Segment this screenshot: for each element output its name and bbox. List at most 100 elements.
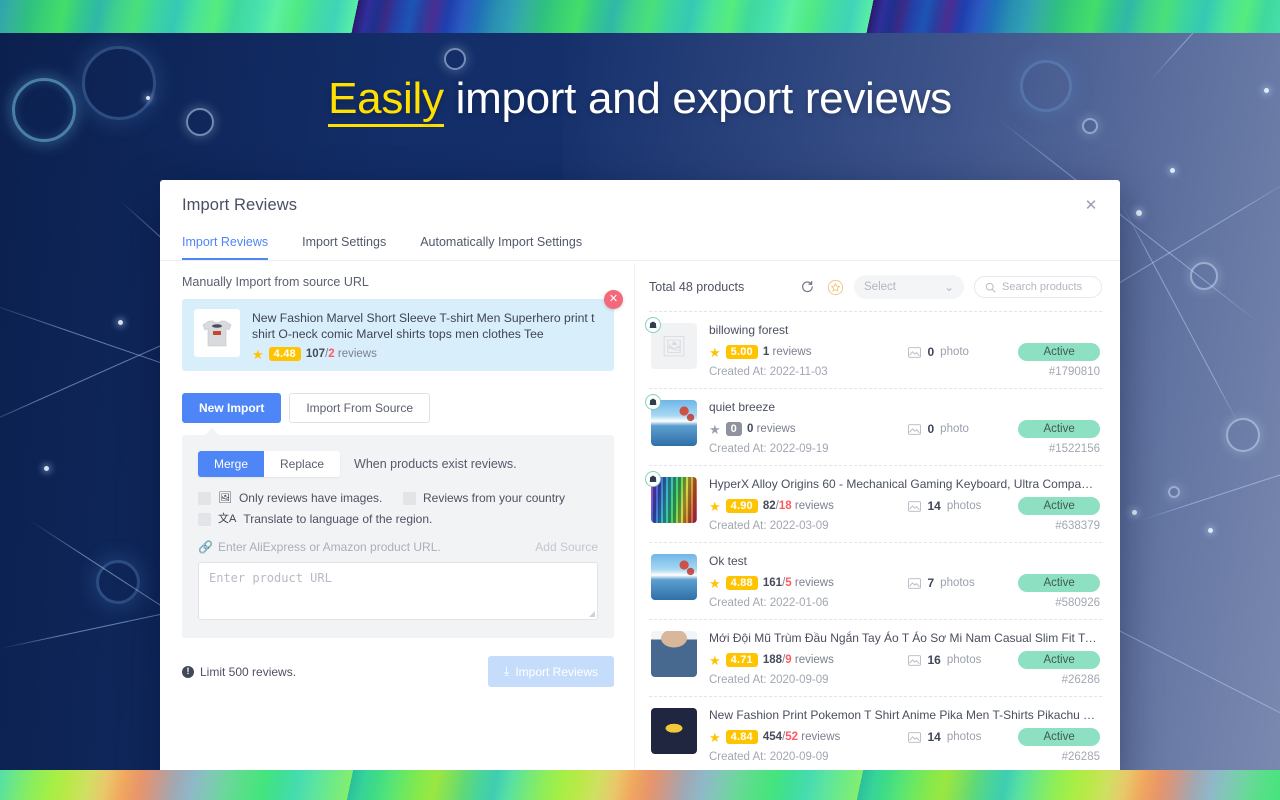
star-icon: ★ [709,498,721,514]
product-main: Ok test ★ 4.88 161/5 reviews 7 photos Ac… [709,554,1100,609]
left-footer: ! Limit 500 reviews. ⤓ Import Reviews [182,656,614,688]
modal-tabs: Import Reviews Import Settings Automatic… [160,229,1120,261]
filter-translate-label: Translate to language of the region. [243,512,433,527]
import-reviews-button[interactable]: ⤓ Import Reviews [488,656,614,688]
checkbox-translate[interactable] [198,512,211,526]
photos-word: photos [946,731,982,743]
status-badge[interactable]: Active [1018,343,1100,361]
manual-import-pane: Manually Import from source URL ✕ New Fa… [160,261,634,780]
headline-highlight: Easily [328,74,444,127]
product-meta: ★ 0 0 reviews 0 photo Active [709,420,1100,438]
product-id: #580926 [1055,597,1100,609]
table-row[interactable]: New Fashion Print Pokemon T Shirt Anime … [649,696,1102,773]
rating-score: 4.71 [725,653,758,667]
download-icon: ⤓ [504,664,510,679]
table-row[interactable]: ☗ HyperX Alloy Origins 60 - Mechanical G… [645,465,1102,542]
product-id: #26285 [1061,751,1100,763]
reviews-new: 18 [778,500,792,512]
status-badge[interactable]: Active [1018,651,1100,669]
table-row[interactable]: Mới Đội Mũ Trùm Đầu Ngắn Tay Áo T Áo Sơ … [649,619,1102,696]
products-toolbar: Total 48 products Select ⌄ Search produc… [649,275,1102,311]
product-thumbnail [651,631,697,677]
product-id: #1790810 [1048,366,1100,378]
product-main: billowing forest ★ 5.00 1 reviews 0 phot… [709,323,1100,378]
product-image [651,554,697,600]
tab-import-reviews[interactable]: Import Reviews [182,229,269,260]
table-row[interactable]: ☗ quiet breeze ★ 0 0 reviews 0 photo Act… [645,388,1102,465]
rating-score: 4.48 [268,347,301,362]
search-products-input[interactable]: Search products [974,276,1102,298]
product-meta: ★ 4.71 188/9 reviews 16 photos Active [709,651,1100,669]
reviews-word: reviews [794,654,834,666]
shopify-icon: ☗ [645,394,661,410]
status-badge[interactable]: Active [1018,420,1100,438]
tab-import-settings[interactable]: Import Settings [302,229,386,260]
product-title: billowing forest [709,323,789,337]
photos-count: 7 [927,576,935,590]
photos-count: 0 [927,422,935,436]
page-title: Import Reviews [182,196,298,214]
status-badge[interactable]: Active [1018,728,1100,746]
star-icon: ★ [709,575,721,591]
review-count: 188/9 reviews [762,654,834,666]
add-source-button[interactable]: Add Source [535,540,598,554]
filter-your-country-label: Reviews from your country [423,491,566,506]
checkbox-your-country[interactable] [403,491,416,505]
top-band-stripes [0,0,1280,33]
shopify-icon: ☗ [645,317,661,333]
remove-selected-product-icon[interactable]: ✕ [604,290,623,309]
photo-icon [908,577,922,589]
merge-replace-row: Merge Replace When products exist review… [198,451,598,478]
photo-icon [908,423,922,435]
created-at: Created At: 2022-03-09 [709,520,829,532]
tab-automatically-import-settings[interactable]: Automatically Import Settings [420,229,582,260]
rating-score: 4.84 [725,730,758,744]
refresh-icon[interactable] [798,278,816,296]
replace-option[interactable]: Replace [264,451,341,478]
reviews-total: 454 [762,731,783,743]
filter-select[interactable]: Select ⌄ [854,275,964,299]
merge-option[interactable]: Merge [198,451,265,478]
selected-product-rating: ★ 4.48 107/2 reviews [252,347,602,362]
section-label: Manually Import from source URL [182,275,369,289]
products-pane: Total 48 products Select ⌄ Search produc… [635,261,1120,780]
product-rating: ★ 4.84 454/52 reviews [709,730,908,744]
product-list: 🖼 ☗ billowing forest ★ 5.00 1 reviews 0 … [645,311,1102,780]
reviews-total: 82 [762,500,776,512]
filter-only-images[interactable]: 🖼 Only reviews have images. [198,491,403,505]
table-row[interactable]: Ok test ★ 4.88 161/5 reviews 7 photos Ac… [649,542,1102,619]
checkbox-only-images[interactable] [198,491,211,505]
page-headline: Easily import and export reviews [0,74,1280,127]
table-row[interactable]: 🖼 ☗ billowing forest ★ 5.00 1 reviews 0 … [645,311,1102,388]
star-circle-icon[interactable] [826,278,844,296]
product-footer: Created At: 2022-11-03 #1790810 [709,366,1100,378]
rating-score: 0 [725,422,742,436]
product-main: HyperX Alloy Origins 60 - Mechanical Gam… [709,477,1100,532]
review-count: 1 reviews [763,346,812,358]
product-photos: 16 photos [908,653,1018,667]
reviews-new: 52 [785,731,799,743]
product-title: Ok test [709,554,748,568]
shopify-icon: ☗ [645,471,661,487]
status-badge[interactable]: Active [1018,574,1100,592]
status-badge[interactable]: Active [1018,497,1100,515]
import-from-source-button[interactable]: Import From Source [289,393,431,424]
review-count: 0 reviews [747,423,796,435]
selected-product-card: ✕ New Fashion Marvel Short Sleeve T-shir… [182,290,623,372]
rating-score: 4.90 [725,499,758,513]
new-import-button[interactable]: New Import [182,393,282,424]
url-hint: 🔗 Enter AliExpress or Amazon product URL… [198,540,441,554]
product-url-input[interactable]: Enter product URL [198,562,598,621]
product-footer: Created At: 2022-09-19 #1522156 [709,443,1100,455]
filter-translate[interactable]: 文A Translate to language of the region. [198,512,432,526]
created-at: Created At: 2022-01-06 [709,597,829,609]
photo-icon [908,346,922,358]
filter-your-country[interactable]: Reviews from your country [403,491,565,505]
import-reviews-modal: Import Reviews ✕ Import Reviews Import S… [160,180,1120,780]
created-at: Created At: 2020-09-09 [709,674,829,686]
close-icon[interactable]: ✕ [1080,194,1102,216]
review-count: 82/18 reviews [762,500,834,512]
url-hint-label: Enter AliExpress or Amazon product URL. [217,540,441,555]
product-photos: 14 photos [908,499,1018,513]
import-mode-buttons: New Import Import From Source [182,393,614,424]
